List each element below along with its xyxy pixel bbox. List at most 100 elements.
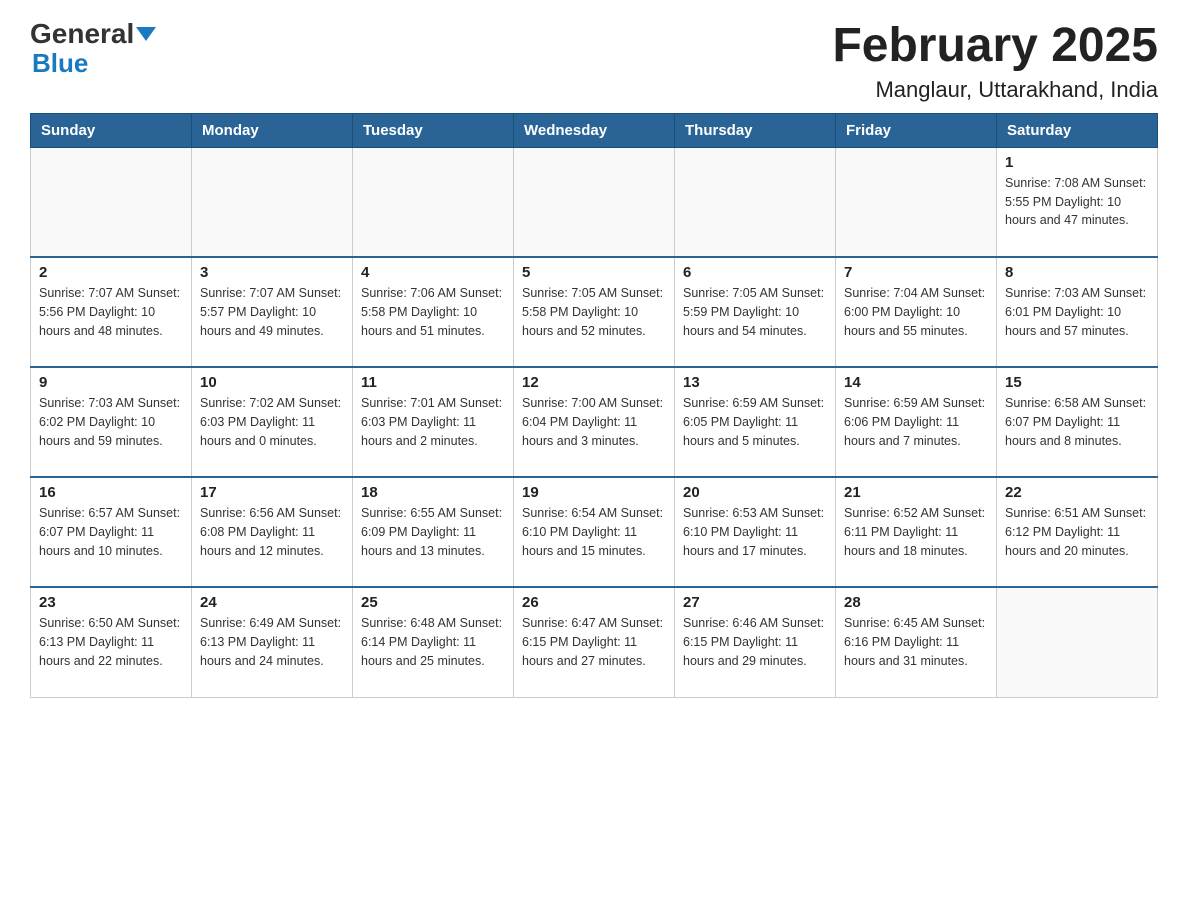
calendar-cell-w4-d6: 21 Sunrise: 6:52 AM Sunset: 6:11 PM Dayli… [836, 477, 997, 587]
day-info: Sunrise: 6:45 AM Sunset: 6:16 PM Dayligh… [844, 614, 988, 670]
day-number: 23 [39, 594, 183, 611]
day-number: 12 [522, 374, 666, 391]
logo-text-general: General [30, 20, 134, 48]
day-info: Sunrise: 7:05 AM Sunset: 5:59 PM Dayligh… [683, 284, 827, 340]
calendar-cell-w3-d6: 14 Sunrise: 6:59 AM Sunset: 6:06 PM Dayli… [836, 367, 997, 477]
calendar-cell-w2-d3: 4 Sunrise: 7:06 AM Sunset: 5:58 PM Daylig… [353, 257, 514, 367]
day-number: 18 [361, 484, 505, 501]
day-info: Sunrise: 6:50 AM Sunset: 6:13 PM Dayligh… [39, 614, 183, 670]
calendar-cell-w1-d5 [675, 147, 836, 257]
day-number: 13 [683, 374, 827, 391]
calendar-cell-w5-d7 [997, 587, 1158, 697]
day-info: Sunrise: 6:53 AM Sunset: 6:10 PM Dayligh… [683, 504, 827, 560]
day-number: 27 [683, 594, 827, 611]
day-number: 26 [522, 594, 666, 611]
week-row-3: 9Sunrise: 7:03 AM Sunset: 6:02 PM Daylig… [31, 367, 1158, 477]
calendar-cell-w1-d6 [836, 147, 997, 257]
weekday-header-sunday: Sunday [31, 113, 192, 147]
day-number: 5 [522, 264, 666, 281]
calendar-cell-w3-d7: 15 Sunrise: 6:58 AM Sunset: 6:07 PM Dayli… [997, 367, 1158, 477]
week-row-1: 1 Sunrise: 7:08 AM Sunset: 5:55 PM Daylig… [31, 147, 1158, 257]
day-number: 22 [1005, 484, 1149, 501]
calendar-cell-w1-d3 [353, 147, 514, 257]
day-info: Sunrise: 6:57 AM Sunset: 6:07 PM Dayligh… [39, 504, 183, 560]
day-number: 1 [1005, 154, 1149, 171]
day-number: 6 [683, 264, 827, 281]
day-number: 7 [844, 264, 988, 281]
calendar-cell-w3-d5: 13 Sunrise: 6:59 AM Sunset: 6:05 PM Dayli… [675, 367, 836, 477]
calendar-cell-w3-d2: 10 Sunrise: 7:02 AM Sunset: 6:03 PM Dayli… [192, 367, 353, 477]
calendar-cell-w3-d4: 12 Sunrise: 7:00 AM Sunset: 6:04 PM Dayli… [514, 367, 675, 477]
day-info: Sunrise: 7:02 AM Sunset: 6:03 PM Dayligh… [200, 394, 344, 450]
day-info: Sunrise: 6:58 AM Sunset: 6:07 PM Dayligh… [1005, 394, 1149, 450]
calendar-cell-w3-d3: 11Sunrise: 7:01 AM Sunset: 6:03 PM Dayli… [353, 367, 514, 477]
day-info: Sunrise: 7:00 AM Sunset: 6:04 PM Dayligh… [522, 394, 666, 450]
title-block: February 2025 Manglaur, Uttarakhand, Ind… [832, 20, 1158, 103]
day-info: Sunrise: 6:56 AM Sunset: 6:08 PM Dayligh… [200, 504, 344, 560]
calendar-table: SundayMondayTuesdayWednesdayThursdayFrid… [30, 113, 1158, 698]
page-header: General Blue February 2025 Manglaur, Utt… [30, 20, 1158, 103]
calendar-cell-w1-d4 [514, 147, 675, 257]
day-info: Sunrise: 7:08 AM Sunset: 5:55 PM Dayligh… [1005, 174, 1149, 230]
day-number: 3 [200, 264, 344, 281]
day-number: 24 [200, 594, 344, 611]
day-info: Sunrise: 7:03 AM Sunset: 6:01 PM Dayligh… [1005, 284, 1149, 340]
day-number: 17 [200, 484, 344, 501]
calendar-cell-w5-d1: 23 Sunrise: 6:50 AM Sunset: 6:13 PM Dayli… [31, 587, 192, 697]
day-number: 8 [1005, 264, 1149, 281]
day-info: Sunrise: 6:47 AM Sunset: 6:15 PM Dayligh… [522, 614, 666, 670]
day-number: 14 [844, 374, 988, 391]
calendar-cell-w2-d2: 3 Sunrise: 7:07 AM Sunset: 5:57 PM Daylig… [192, 257, 353, 367]
weekday-header-row: SundayMondayTuesdayWednesdayThursdayFrid… [31, 113, 1158, 147]
day-info: Sunrise: 7:07 AM Sunset: 5:56 PM Dayligh… [39, 284, 183, 340]
calendar-cell-w4-d3: 18 Sunrise: 6:55 AM Sunset: 6:09 PM Dayli… [353, 477, 514, 587]
day-info: Sunrise: 6:52 AM Sunset: 6:11 PM Dayligh… [844, 504, 988, 560]
calendar-cell-w5-d4: 26 Sunrise: 6:47 AM Sunset: 6:15 PM Dayli… [514, 587, 675, 697]
calendar-cell-w2-d7: 8 Sunrise: 7:03 AM Sunset: 6:01 PM Daylig… [997, 257, 1158, 367]
week-row-4: 16 Sunrise: 6:57 AM Sunset: 6:07 PM Dayli… [31, 477, 1158, 587]
day-number: 25 [361, 594, 505, 611]
logo-text-blue: Blue [32, 48, 88, 79]
day-info: Sunrise: 7:04 AM Sunset: 6:00 PM Dayligh… [844, 284, 988, 340]
calendar-cell-w1-d2 [192, 147, 353, 257]
day-number: 2 [39, 264, 183, 281]
day-number: 10 [200, 374, 344, 391]
calendar-cell-w2-d1: 2 Sunrise: 7:07 AM Sunset: 5:56 PM Daylig… [31, 257, 192, 367]
calendar-cell-w4-d5: 20Sunrise: 6:53 AM Sunset: 6:10 PM Dayli… [675, 477, 836, 587]
week-row-2: 2 Sunrise: 7:07 AM Sunset: 5:56 PM Daylig… [31, 257, 1158, 367]
day-number: 4 [361, 264, 505, 281]
calendar-cell-w5-d6: 28Sunrise: 6:45 AM Sunset: 6:16 PM Dayli… [836, 587, 997, 697]
calendar-cell-w5-d3: 25 Sunrise: 6:48 AM Sunset: 6:14 PM Dayli… [353, 587, 514, 697]
calendar-cell-w4-d4: 19 Sunrise: 6:54 AM Sunset: 6:10 PM Dayli… [514, 477, 675, 587]
day-info: Sunrise: 6:59 AM Sunset: 6:06 PM Dayligh… [844, 394, 988, 450]
weekday-header-thursday: Thursday [675, 113, 836, 147]
day-info: Sunrise: 7:03 AM Sunset: 6:02 PM Dayligh… [39, 394, 183, 450]
calendar-cell-w1-d1 [31, 147, 192, 257]
calendar-cell-w5-d2: 24 Sunrise: 6:49 AM Sunset: 6:13 PM Dayli… [192, 587, 353, 697]
day-number: 16 [39, 484, 183, 501]
day-number: 21 [844, 484, 988, 501]
calendar-title: February 2025 [832, 20, 1158, 73]
day-info: Sunrise: 6:48 AM Sunset: 6:14 PM Dayligh… [361, 614, 505, 670]
day-info: Sunrise: 6:55 AM Sunset: 6:09 PM Dayligh… [361, 504, 505, 560]
day-info: Sunrise: 7:06 AM Sunset: 5:58 PM Dayligh… [361, 284, 505, 340]
calendar-cell-w2-d5: 6 Sunrise: 7:05 AM Sunset: 5:59 PM Daylig… [675, 257, 836, 367]
weekday-header-tuesday: Tuesday [353, 113, 514, 147]
day-number: 15 [1005, 374, 1149, 391]
calendar-cell-w4-d1: 16 Sunrise: 6:57 AM Sunset: 6:07 PM Dayli… [31, 477, 192, 587]
calendar-cell-w3-d1: 9Sunrise: 7:03 AM Sunset: 6:02 PM Daylig… [31, 367, 192, 477]
day-info: Sunrise: 6:59 AM Sunset: 6:05 PM Dayligh… [683, 394, 827, 450]
day-info: Sunrise: 6:51 AM Sunset: 6:12 PM Dayligh… [1005, 504, 1149, 560]
day-info: Sunrise: 7:01 AM Sunset: 6:03 PM Dayligh… [361, 394, 505, 450]
calendar-cell-w4-d2: 17 Sunrise: 6:56 AM Sunset: 6:08 PM Dayli… [192, 477, 353, 587]
day-info: Sunrise: 6:49 AM Sunset: 6:13 PM Dayligh… [200, 614, 344, 670]
day-info: Sunrise: 6:54 AM Sunset: 6:10 PM Dayligh… [522, 504, 666, 560]
calendar-cell-w2-d4: 5Sunrise: 7:05 AM Sunset: 5:58 PM Daylig… [514, 257, 675, 367]
weekday-header-friday: Friday [836, 113, 997, 147]
weekday-header-wednesday: Wednesday [514, 113, 675, 147]
calendar-cell-w5-d5: 27Sunrise: 6:46 AM Sunset: 6:15 PM Dayli… [675, 587, 836, 697]
day-number: 19 [522, 484, 666, 501]
logo: General Blue [30, 20, 156, 79]
weekday-header-monday: Monday [192, 113, 353, 147]
day-info: Sunrise: 7:07 AM Sunset: 5:57 PM Dayligh… [200, 284, 344, 340]
